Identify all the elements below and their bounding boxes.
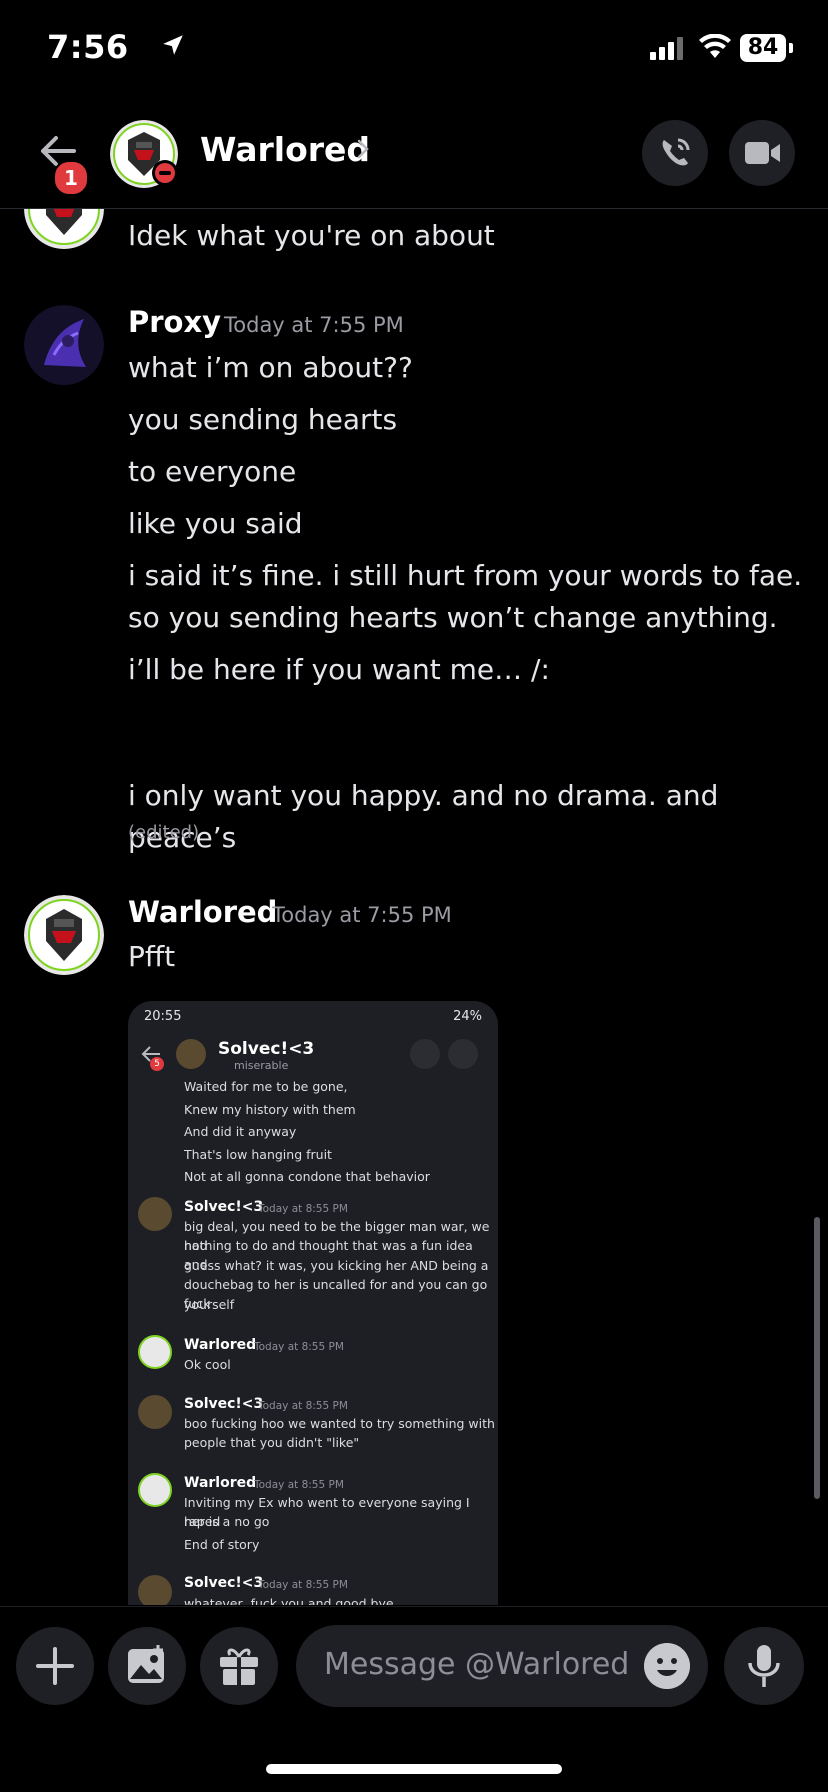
attachment-line: Waited for me to be gone,: [184, 1079, 348, 1094]
avatar: [138, 1575, 172, 1605]
attachment-author: Solvec!<3: [184, 1199, 264, 1215]
attachment-line: people that you didn't "like": [184, 1435, 360, 1450]
attachment-timestamp: Today at 8:55 PM: [258, 1400, 348, 1412]
attachment-line: yourself: [184, 1297, 235, 1312]
scrollbar[interactable]: [814, 1217, 820, 1499]
attachment-author: Solvec!<3: [184, 1575, 264, 1591]
attachment-timestamp: Today at 8:55 PM: [258, 1579, 348, 1591]
attachment-line: End of story: [184, 1537, 260, 1552]
attachment-line: That's low hanging fruit: [184, 1147, 332, 1162]
attachment-line: her is a no go: [184, 1514, 270, 1529]
unread-badge: 1: [53, 160, 89, 196]
dnd-status-icon: [152, 160, 178, 186]
attachment-timestamp: Today at 8:55 PM: [254, 1479, 344, 1491]
avatar[interactable]: [24, 305, 104, 385]
attachment-line: Knew my history with them: [184, 1102, 356, 1117]
attachment-contact-status: miserable: [234, 1059, 289, 1072]
message-text: Idek what you're on about: [128, 219, 495, 252]
emoji-icon[interactable]: [644, 1643, 690, 1689]
message-input[interactable]: Message @Warlored: [296, 1625, 708, 1707]
phone-call-icon: [410, 1039, 440, 1069]
battery-level: 84: [747, 35, 779, 60]
contact-name[interactable]: Warlored: [200, 130, 370, 169]
attachment-author: Solvec!<3: [184, 1396, 264, 1412]
attachment-author: Warlored: [184, 1475, 257, 1491]
phone-call-icon: [662, 138, 690, 166]
message-composer: Message @Warlored: [0, 1606, 828, 1727]
battery-nub: [789, 43, 793, 53]
avatar: [138, 1335, 172, 1369]
attachment-status-time: 20:55: [144, 1009, 182, 1024]
microphone-icon: [748, 1645, 780, 1687]
attachment-author: Warlored: [184, 1337, 257, 1353]
battery-icon: 84: [740, 34, 786, 62]
avatar: [176, 1039, 206, 1069]
wifi-icon: [699, 34, 731, 58]
status-time: 7:56: [47, 28, 129, 66]
attachment-line: Not at all gonna condone that behavior: [184, 1169, 430, 1184]
video-call-button[interactable]: [729, 120, 795, 186]
message-text: i’ll be here if you want me… /:: [128, 653, 550, 686]
message-input-placeholder: Message @Warlored: [324, 1647, 630, 1682]
message-timestamp: Today at 7:55 PM: [272, 903, 452, 927]
attachment-status-battery: 24%: [453, 1009, 482, 1024]
message-author[interactable]: Warlored: [128, 895, 277, 929]
gift-button[interactable]: [200, 1627, 278, 1705]
message-list[interactable]: Idek what you're on about Proxy Today at…: [0, 209, 828, 1605]
chat-header: 1 Warlored: [0, 100, 828, 209]
signal-icon: [650, 37, 683, 60]
message-text: what i’m on about??: [128, 351, 413, 384]
plus-icon: [36, 1647, 74, 1685]
message-text: so you sending hearts won’t change anyth…: [128, 601, 778, 634]
avatar: [24, 209, 104, 249]
attachment-line: And did it anyway: [184, 1124, 297, 1139]
message-author[interactable]: Proxy: [128, 305, 221, 339]
attachment-contact-name: Solvec!<3: [218, 1039, 315, 1059]
attachment-timestamp: Today at 8:55 PM: [258, 1203, 348, 1215]
message-text: you sending hearts: [128, 403, 398, 436]
image-attachment[interactable]: 20:55 24% 5 Solvec!<3 miserable Waited f…: [128, 1001, 498, 1605]
attachment-line: Ok cool: [184, 1357, 231, 1372]
attachment-line: boo fucking hoo we wanted to try somethi…: [184, 1416, 495, 1431]
unread-badge: 5: [150, 1057, 164, 1071]
avatar: [138, 1197, 172, 1231]
add-attachment-button[interactable]: [16, 1627, 94, 1705]
message-text: like you said: [128, 507, 303, 540]
message-timestamp: Today at 7:55 PM: [224, 313, 404, 337]
location-arrow-icon: [163, 35, 183, 55]
attachment-line: whatever, fuck you and good bye: [184, 1596, 394, 1605]
home-indicator[interactable]: [266, 1764, 562, 1774]
video-camera-icon: [448, 1039, 478, 1069]
edited-label: (edited): [128, 822, 200, 843]
avatar: [138, 1395, 172, 1429]
status-bar: 7:56 84: [0, 0, 828, 100]
attachment-line: guess what? it was, you kicking her AND …: [184, 1258, 489, 1273]
avatar[interactable]: [24, 895, 104, 975]
message-text: Pfft: [128, 940, 176, 973]
message-text: i only want you happy. and no drama. and…: [128, 779, 719, 854]
avatar: [138, 1473, 172, 1507]
voice-call-button[interactable]: [642, 120, 708, 186]
image-picker-button[interactable]: [108, 1627, 186, 1705]
message-text: i said it’s fine. i still hurt from your…: [128, 559, 803, 592]
message-text: to everyone: [128, 455, 297, 488]
gift-icon: [220, 1648, 258, 1685]
chevron-right-icon[interactable]: [356, 138, 370, 160]
video-camera-icon: [745, 142, 780, 164]
attachment-timestamp: Today at 8:55 PM: [254, 1341, 344, 1353]
voice-message-button[interactable]: [724, 1627, 804, 1705]
image-icon: [128, 1645, 164, 1683]
